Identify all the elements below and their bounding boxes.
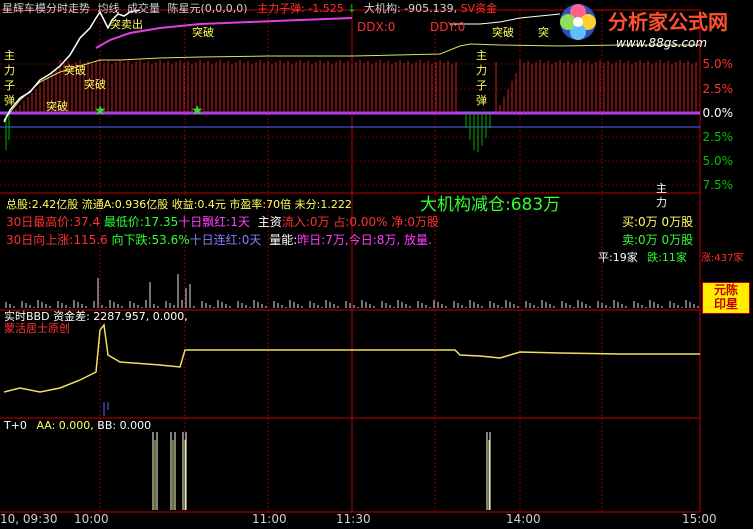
app-title: 星辉车模分时走势 — [2, 2, 90, 15]
bbd-author: 蒙活居士原创 — [4, 322, 70, 335]
t0-bb: BB: 0.000 — [97, 419, 152, 432]
rise-count: 涨:437家 — [701, 253, 744, 264]
liangneng: 量能: — [269, 233, 298, 247]
breakout-label: 突 — [538, 26, 549, 39]
axis-up-2-5: 2.5% — [702, 82, 734, 96]
logo-url: www.88gs.com — [616, 36, 708, 50]
time-1400: 14:00 — [506, 512, 541, 526]
zl-label: 主力子弹: — [257, 2, 305, 15]
menu-indicator[interactable]: 陈星元(0,0,0,0) — [168, 2, 248, 15]
breadth: 平:19家 跌:11家 — [598, 249, 687, 265]
rise-30: 30日向上涨:115.6 — [6, 233, 108, 247]
buy-volume: 买:0万 0万股 — [622, 215, 694, 229]
breakout-label: 突破 — [84, 78, 106, 91]
vol-text: 昨日:7万,今日:8万, 放量. — [297, 233, 432, 247]
menu-volume[interactable]: 成交量 — [127, 2, 160, 15]
time-1100: 11:00 — [252, 512, 287, 526]
info-row-1: 30日最高价:37.4 最低价:17.35十日飘红:1天 主资流入:0万 占:0… — [6, 213, 439, 230]
stock-summary: 总股:2.42亿股 流通A:0.936亿股 收益:0.4元 市盈率:70倍 未分… — [6, 198, 352, 211]
zlzd-left: 主力子弹 — [4, 49, 15, 107]
bbd-zjc: 资金差: 2287.957, 0.000, — [53, 310, 188, 323]
menu-ma[interactable]: 均线 — [98, 2, 120, 15]
zlzd-right: 主力子弹 — [476, 49, 487, 107]
sell-signal: 突卖出 — [110, 18, 143, 31]
t0-title: T+0 — [4, 419, 27, 432]
time-1000: 10:00 — [74, 512, 109, 526]
time-start: 10, 09:30 — [0, 512, 58, 526]
flat-count: 平:19家 — [598, 251, 638, 264]
axis-zero: 0.0% — [702, 106, 734, 120]
author-seal: 元陈 印星 — [702, 282, 750, 314]
jg-value: -905.139, — [404, 2, 458, 15]
sv-label: SV资金 — [460, 2, 498, 15]
axis-down-5: 5.0% — [702, 154, 734, 168]
ten-lian: 十日连红:0天 — [189, 233, 262, 247]
ddy-label: DDY:0 — [430, 20, 466, 34]
svg-text:★: ★ — [191, 103, 204, 119]
logo-brand: 分析家公式网 — [608, 10, 728, 34]
sell-volume: 卖:0万 0万股 — [622, 233, 694, 247]
zl-value: -1.525 — [308, 2, 344, 15]
high-price: 30日最高价:37.4 — [6, 215, 101, 229]
zl-vertical: 主力 — [656, 182, 667, 209]
axis-down-2-5: 2.5% — [702, 130, 734, 144]
header-bar: 星辉车模分时走势 均线 成交量 陈星元(0,0,0,0) 主力子弹: -1.52… — [2, 0, 497, 16]
svg-text:★: ★ — [94, 103, 107, 119]
zj-net: 净:0万股 — [391, 215, 440, 229]
axis-up-5: 5.0% — [702, 57, 734, 71]
big-reduce: 大机构减仓:683万 — [420, 195, 561, 215]
ten-red: 十日飘红:1天 — [178, 215, 250, 229]
down-arrow-icon: ↓ — [347, 2, 357, 15]
breakout-label: 突破 — [46, 100, 68, 113]
ddx-label: DDX:0 — [357, 20, 396, 34]
axis-down-7-5: 7.5% — [702, 178, 734, 192]
time-1130: 11:30 — [336, 512, 371, 526]
jg-label: 大机构: — [363, 2, 401, 15]
zj-ratio: 占:0.00% — [333, 215, 388, 229]
info-row-2: 30日向上涨:115.6 向下跌:53.6%十日连红:0天 量能:昨日:7万,今… — [6, 231, 432, 248]
low-price: 最低价:17.35 — [103, 215, 179, 229]
zj-label: 主资 — [257, 215, 282, 229]
breakout-label: 突破 — [64, 64, 86, 77]
fall-count: 跌:11家 — [647, 251, 687, 264]
breakout-label: 突破 — [492, 26, 514, 39]
down-pct: 向下跌:53.6% — [111, 233, 190, 247]
time-1500: 15:00 — [682, 512, 717, 526]
t0-aa: AA: 0.000, — [36, 419, 94, 432]
zj-flow: 流入:0万 — [281, 215, 330, 229]
t0-header: T+0 AA: 0.000, BB: 0.000 — [4, 419, 151, 432]
logo: 分析家公式网 www.88gs.com — [556, 0, 753, 58]
breakout-label: 突破 — [192, 26, 214, 39]
